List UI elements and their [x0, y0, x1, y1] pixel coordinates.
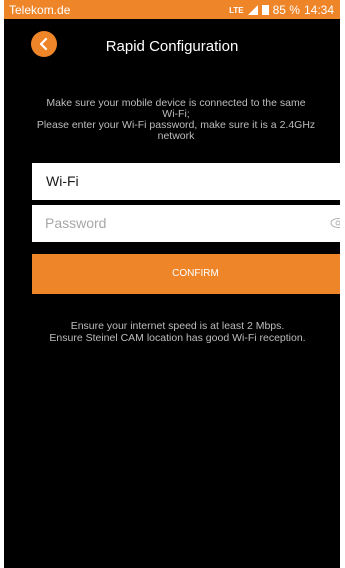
instructions-line-4: network: [157, 130, 195, 142]
signal-icon: [247, 5, 258, 15]
confirm-button[interactable]: CONFIRM: [32, 254, 340, 294]
battery-icon: [261, 5, 269, 15]
page-title: Rapid Configuration: [105, 38, 239, 55]
eye-icon[interactable]: [330, 217, 340, 229]
header: Rapid Configuration: [4, 19, 340, 69]
status-bar: Telekom.de LTE 85 % 14:34: [4, 0, 340, 19]
password-field[interactable]: Password: [32, 205, 340, 242]
carrier-label: Telekom.de: [9, 3, 71, 17]
lte-icon: LTE: [229, 5, 244, 15]
battery-percent: 85 %: [272, 3, 300, 17]
instructions-text: Make sure your mobile device is connecte…: [32, 98, 320, 142]
clock: 14:34: [303, 3, 334, 17]
wifi-value: Wi-Fi: [46, 173, 79, 189]
requirements-notes: Ensure your internet speed is at least 2…: [34, 320, 321, 344]
wifi-field[interactable]: Wi-Fi: [32, 163, 340, 200]
notes-line-2: Ensure Steinel CAM location has good Wi-…: [49, 332, 306, 344]
app-screen: Telekom.de LTE 85 % 14:34 Rapid Configur…: [4, 0, 340, 568]
password-placeholder: Password: [45, 215, 107, 231]
notes-line-1: Ensure your internet speed is at least 2…: [70, 320, 285, 332]
status-indicators: LTE 85 % 14:34: [229, 3, 334, 17]
